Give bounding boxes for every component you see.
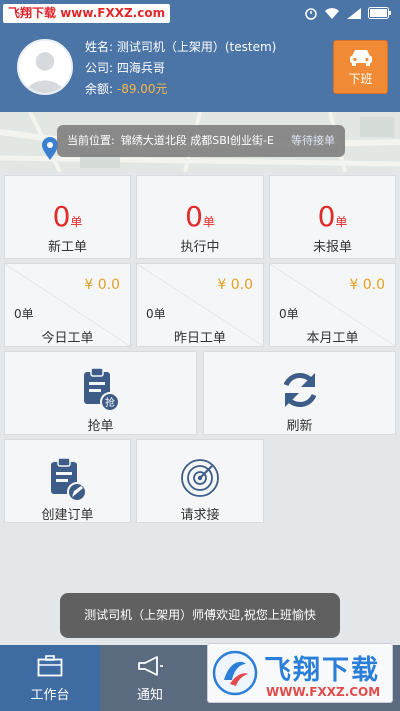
signal-icon	[347, 7, 361, 19]
company-label: 公司:	[85, 61, 114, 75]
month-count: 0单	[279, 307, 299, 321]
order-status: 等待接单	[291, 134, 335, 147]
refresh-label: 刷新	[286, 419, 313, 434]
alarm-icon	[305, 8, 317, 20]
avatar[interactable]	[17, 39, 73, 95]
request-pickup-button[interactable]: 请求接	[136, 439, 264, 523]
watermark-logo-icon	[212, 650, 258, 696]
nav-notifications-label: 通知	[136, 688, 163, 703]
profile-info: 姓名: 测试司机（上架用）(testem) 公司: 四海兵哥 余额: -89.0…	[85, 37, 276, 100]
status-bar: 飞翔下载 www.FXXZ.com	[0, 0, 400, 26]
clipboard-grab-icon: 抢	[83, 367, 120, 412]
watermark-url-bottom: WWW.FXXZ.COM	[266, 685, 381, 699]
tile-new-orders[interactable]: 0单 新工单	[4, 175, 131, 259]
watermark-url: www.FXXZ.com	[60, 6, 166, 20]
balance-value: -89.00元	[116, 82, 168, 96]
yesterday-amount: ¥ 0.0	[217, 277, 253, 293]
off-duty-button[interactable]: 下班	[333, 40, 388, 94]
grab-order-button[interactable]: 抢 抢单	[4, 351, 197, 435]
balance-row: 余额: -89.00元	[85, 79, 276, 100]
off-duty-label: 下班	[348, 72, 373, 86]
tile-month-orders[interactable]: ¥ 0.0 0单 本月工单	[269, 263, 396, 347]
watermark-bottom: 飞翔下载 WWW.FXXZ.COM	[207, 643, 393, 703]
location-map[interactable]: 当前位置: 锦绣大道北段 成都SBI创业街-E 等待接单	[0, 112, 400, 172]
in-progress-label: 执行中	[180, 240, 220, 255]
user-silhouette-icon	[19, 41, 71, 93]
nav-notifications[interactable]: 通知	[100, 645, 200, 711]
request-pickup-label: 请求接	[180, 508, 220, 523]
watermark-top: 飞翔下载 www.FXXZ.com	[3, 4, 171, 23]
company-row: 公司: 四海兵哥	[85, 58, 276, 79]
today-amount: ¥ 0.0	[84, 277, 120, 293]
wifi-icon	[325, 7, 339, 19]
today-label: 今日工单	[41, 331, 94, 346]
tile-today-orders[interactable]: ¥ 0.0 0单 今日工单	[4, 263, 131, 347]
nav-workbench-label: 工作台	[30, 688, 70, 703]
battery-icon	[368, 7, 391, 19]
name-row: 姓名: 测试司机（上架用）(testem)	[85, 37, 276, 58]
company-value: 四海兵哥	[116, 61, 165, 75]
watermark-title: 飞翔下载	[264, 655, 380, 686]
radar-icon	[181, 459, 219, 497]
location-address: 锦绣大道北段 成都SBI创业街-E	[120, 134, 274, 147]
clipboard-edit-icon	[50, 457, 87, 502]
status-icons	[304, 4, 392, 22]
unreported-label: 未报单	[312, 240, 352, 255]
yesterday-label: 昨日工单	[173, 331, 226, 346]
briefcase-icon	[37, 655, 63, 677]
month-label: 本月工单	[306, 331, 359, 346]
new-orders-label: 新工单	[47, 240, 87, 255]
welcome-toast: 测试司机（上架用）师傅欢迎,祝您上班愉快	[60, 593, 340, 638]
tile-in-progress[interactable]: 0单 执行中	[136, 175, 264, 259]
location-label: 当前位置:	[67, 134, 115, 147]
tile-unreported[interactable]: 0单 未报单	[269, 175, 396, 259]
watermark-brand: 飞翔下载	[8, 6, 57, 20]
grab-badge: 抢	[105, 396, 115, 409]
name-label: 姓名:	[85, 40, 114, 54]
megaphone-icon	[138, 656, 163, 676]
in-progress-count: 0单	[185, 200, 215, 233]
month-amount: ¥ 0.0	[349, 277, 385, 293]
today-count: 0单	[14, 307, 34, 321]
profile-header: 姓名: 测试司机（上架用）(testem) 公司: 四海兵哥 余额: -89.0…	[0, 26, 400, 112]
refresh-icon	[283, 372, 316, 408]
car-icon	[349, 50, 372, 66]
balance-label: 余额:	[85, 82, 114, 96]
create-order-label: 创建订单	[41, 508, 94, 523]
current-location-bar: 当前位置: 锦绣大道北段 成都SBI创业街-E 等待接单	[57, 125, 345, 157]
unreported-count: 0单	[317, 200, 348, 233]
grab-order-label: 抢单	[87, 419, 114, 434]
name-value: 测试司机（上架用）(testem)	[116, 40, 277, 54]
create-order-button[interactable]: 创建订单	[4, 439, 131, 523]
tile-yesterday-orders[interactable]: ¥ 0.0 0单 昨日工单	[136, 263, 264, 347]
nav-workbench[interactable]: 工作台	[0, 645, 100, 711]
yesterday-count: 0单	[146, 307, 166, 321]
new-orders-count: 0单	[52, 200, 83, 233]
refresh-button[interactable]: 刷新	[203, 351, 396, 435]
